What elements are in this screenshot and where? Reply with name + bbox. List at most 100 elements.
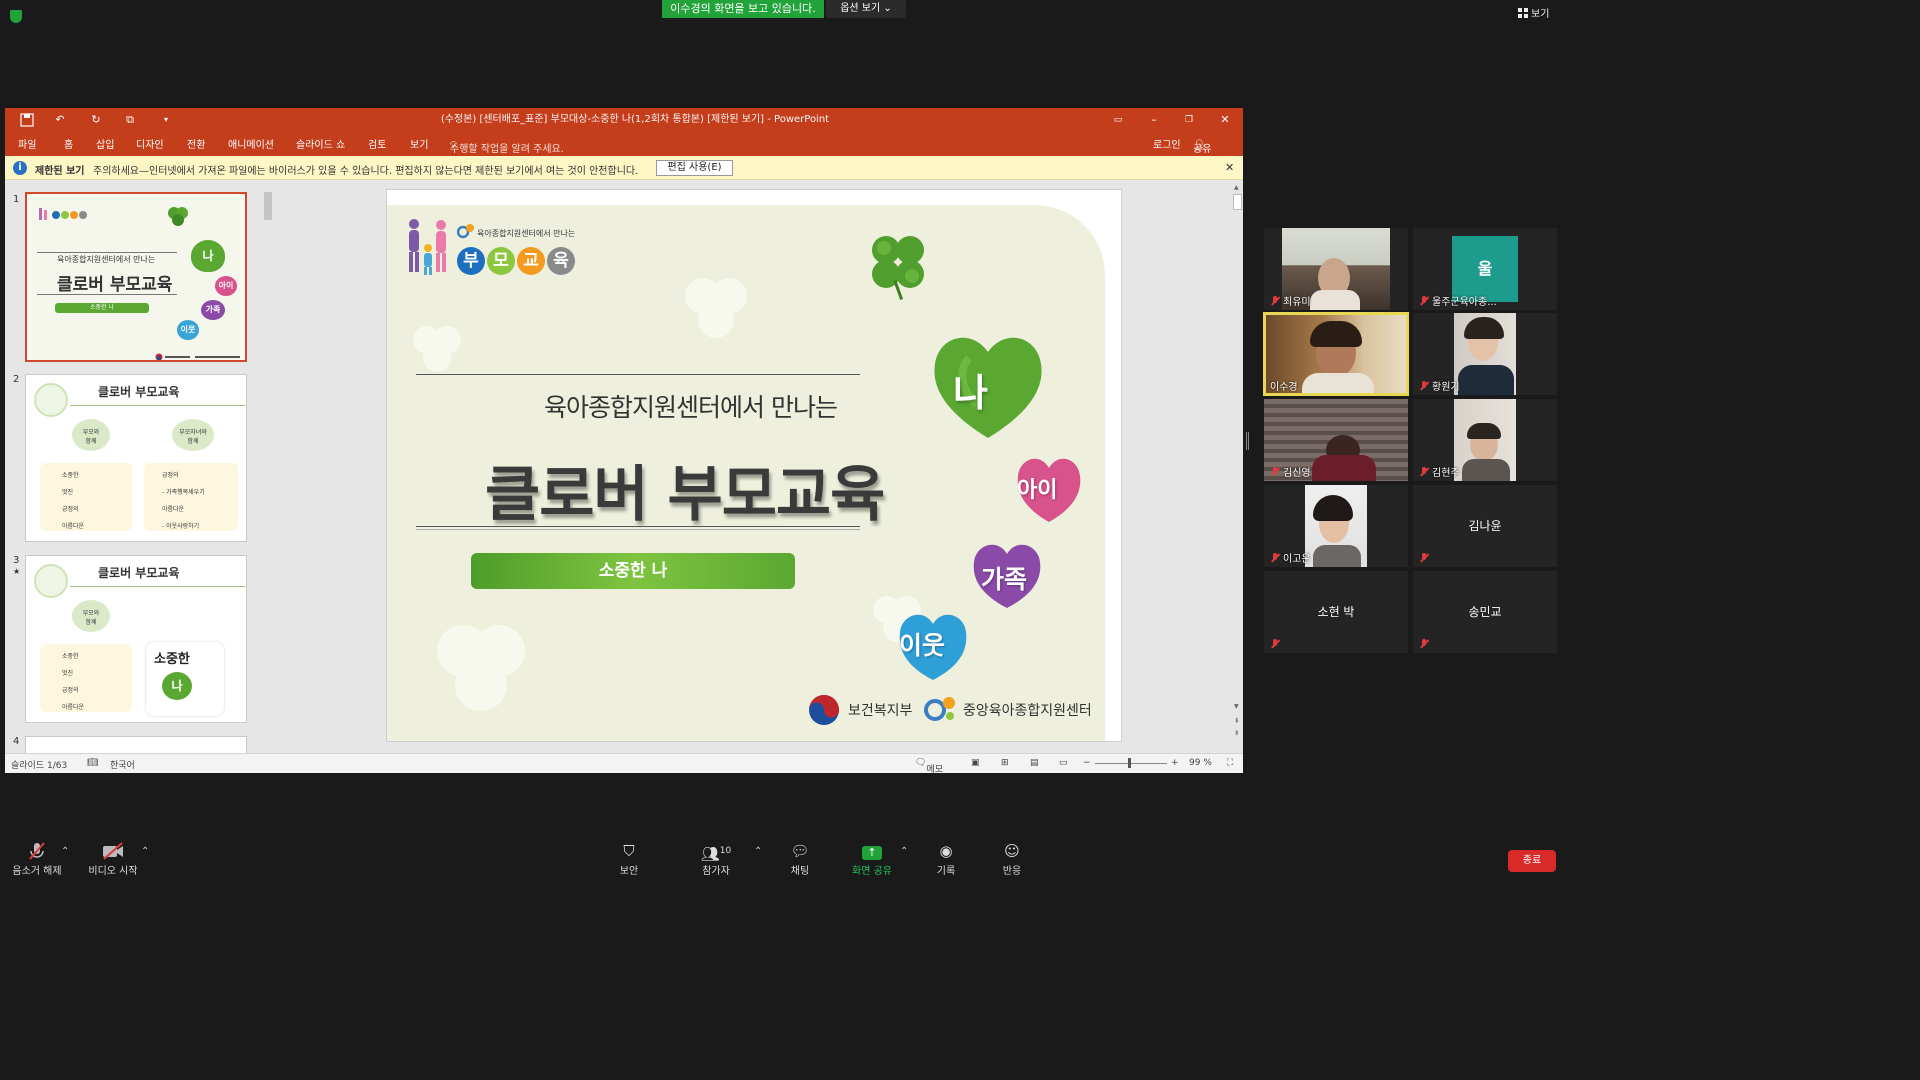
muted-mic-icon (1419, 639, 1429, 649)
participant-tile[interactable]: 황원기 (1413, 313, 1557, 395)
end-meeting-button[interactable]: 종료 (1508, 850, 1556, 872)
scroll-thumb[interactable] (264, 192, 272, 220)
participant-tile[interactable]: 송민교 (1413, 571, 1557, 653)
fit-slide-icon[interactable]: ⛶ (1227, 758, 1233, 768)
audio-options-caret-icon[interactable]: ⌃ (61, 846, 69, 857)
tab-slideshow[interactable]: 슬라이드 쇼 (296, 136, 345, 151)
participants-button[interactable]: 👥︎10 참가자 (696, 842, 736, 877)
zoom-slider-thumb[interactable] (1128, 758, 1131, 768)
thumbnail-scrollbar[interactable] (263, 180, 273, 753)
participant-name: 김신영 (1283, 468, 1311, 479)
thumb-bubble-left: 부모와 함께 (72, 419, 110, 451)
participant-tile[interactable]: 김신영 (1264, 399, 1408, 481)
muted-mic-icon (1270, 296, 1280, 306)
share-screen-button[interactable]: ↑ 화면 공유 (848, 842, 896, 877)
tab-review[interactable]: 검토 (368, 136, 386, 151)
close-window-icon[interactable]: ✕ (1218, 113, 1232, 127)
record-button[interactable]: ◉ 기록 (932, 842, 960, 877)
view-options-button[interactable]: 옵션 보기 ⌄ (826, 0, 906, 18)
spellcheck-icon[interactable]: 📖︎ (87, 758, 98, 768)
slide-sorter-icon[interactable]: ⊞ (1001, 758, 1009, 768)
participant-tile[interactable]: 울 울주군육아종... (1413, 228, 1557, 310)
customize-toolbar-icon[interactable]: ▾ (159, 113, 173, 127)
previous-slide-icon[interactable]: ⇞ (1234, 717, 1240, 725)
slide-thumbnail-4[interactable] (25, 736, 247, 753)
tab-transitions[interactable]: 전환 (187, 136, 205, 151)
slide-canvas[interactable]: 육아종합지원센터에서 만나는 부 모 교 육 육아종합지원센터에서 만나는 클로… (275, 180, 1243, 753)
tab-home[interactable]: 홈 (64, 136, 73, 151)
protected-view-message: 주의하세요—인터넷에서 가져온 파일에는 바이러스가 있을 수 있습니다. 편집… (93, 166, 639, 177)
tab-animations[interactable]: 애니메이션 (228, 136, 274, 151)
notes-button[interactable]: 🗨︎ 메모 (915, 758, 943, 775)
scroll-up-icon[interactable]: ▲ (1234, 184, 1241, 194)
thumb-rule (37, 252, 177, 253)
shoulders (1458, 365, 1514, 395)
thumb-number: 4 (13, 736, 20, 747)
faint-clover-icon (413, 326, 461, 372)
next-slide-icon[interactable]: ⇟ (1234, 729, 1240, 737)
ministry-logo-icon (809, 695, 839, 725)
zoom-out-icon[interactable]: − (1083, 758, 1091, 768)
participant-tile-active-speaker[interactable]: 이수경 (1263, 312, 1409, 396)
reading-view-icon[interactable]: ▤ (1030, 758, 1039, 768)
participant-count: 10 (719, 846, 732, 856)
tab-design[interactable]: 디자인 (136, 136, 164, 151)
encryption-shield-icon[interactable] (10, 10, 22, 23)
security-shield-icon: ⛉ (623, 842, 635, 860)
zoom-level[interactable]: 99 % (1189, 758, 1212, 768)
share-options-caret-icon[interactable]: ⌃ (900, 846, 908, 857)
login-link[interactable]: 로그인 (1153, 136, 1181, 151)
slide-thumbnail-2[interactable]: 클로버 부모교육 부모와 함께 부모자녀와 함께 소중한 멋진 긍정의 아름다운… (25, 374, 247, 542)
participant-tile[interactable]: 최유미 (1264, 228, 1408, 310)
save-icon[interactable] (20, 113, 34, 127)
slide-thumbnail-pane[interactable]: 1 육아종합지원센터에서 만나는 클로버 부모교육 소중한 나 나 아이 가족 … (5, 180, 275, 753)
muted-mic-icon (1419, 467, 1429, 477)
participant-name: 이고운 (1283, 554, 1311, 565)
participant-tile[interactable]: 이고운 (1264, 485, 1408, 567)
participant-tile[interactable]: 소현 박 (1264, 571, 1408, 653)
participant-tile[interactable]: 김현주 (1413, 399, 1557, 481)
unmute-button[interactable]: 음소거 해제 (8, 842, 66, 877)
start-video-label: 비디오 시작 (88, 866, 138, 877)
scroll-down-icon[interactable]: ▼ (1234, 703, 1239, 710)
undo-icon[interactable]: ↶ (53, 113, 67, 127)
zoom-in-icon[interactable]: + (1171, 758, 1179, 768)
slide-thumbnail-3[interactable]: 클로버 부모교육 부모와 함께 소중한 멋진 긍정의 아름다운 소중한 나 (25, 555, 247, 723)
start-slideshow-icon[interactable]: ⧉ (123, 113, 137, 127)
security-button[interactable]: ⛉ 보안 (612, 842, 646, 877)
ribbon-display-icon[interactable]: ▭ (1111, 113, 1125, 127)
start-video-button[interactable]: 비디오 시작 (84, 842, 142, 877)
slideshow-view-icon[interactable]: ▭ (1059, 758, 1068, 768)
title-top-rule (416, 374, 860, 375)
participant-name: 김현주 (1432, 468, 1460, 479)
slide-thumbnail-1[interactable]: 육아종합지원센터에서 만나는 클로버 부모교육 소중한 나 나 아이 가족 이웃 (25, 192, 247, 362)
participant-tile[interactable]: 김나윤 (1413, 485, 1557, 567)
slide-scrollbar[interactable]: ▲ ▼ ⇞ ⇟ (1232, 180, 1243, 753)
close-icon[interactable]: ✕ (1225, 161, 1234, 174)
participants-caret-icon[interactable]: ⌃ (754, 846, 762, 857)
chat-button[interactable]: 💬︎ 채팅 (786, 842, 814, 877)
tab-insert[interactable]: 삽입 (96, 136, 114, 151)
share-screen-label: 화면 공유 (852, 866, 892, 877)
language-indicator[interactable]: 한국어 (110, 758, 135, 771)
zoom-slider[interactable] (1095, 763, 1167, 764)
tab-view[interactable]: 보기 (410, 136, 428, 151)
restore-icon[interactable]: ❐ (1182, 113, 1196, 127)
panel-resize-handle[interactable] (1246, 432, 1249, 450)
scroll-thumb[interactable] (1233, 194, 1242, 210)
thumb-number: 2 (13, 374, 20, 385)
enable-editing-button[interactable]: 편집 사용(E) (656, 160, 733, 176)
list-item: 멋진 (62, 670, 74, 677)
video-options-caret-icon[interactable]: ⌃ (141, 846, 149, 857)
redo-icon[interactable]: ↻ (89, 113, 103, 127)
center-footer-logo-icon (924, 697, 955, 721)
logo-circle-bu: 부 (457, 247, 485, 275)
minimize-icon[interactable]: – (1147, 113, 1161, 127)
heart-label-me: 나 (953, 371, 988, 415)
normal-view-icon[interactable]: ▣ (971, 758, 980, 768)
slide-green-bar: 소중한 나 (471, 553, 795, 589)
slide-counter: 슬라이드 1/63 (11, 761, 68, 771)
tab-file[interactable]: 파일 (18, 136, 36, 151)
reactions-button[interactable]: ☺ 반응 (998, 842, 1026, 877)
view-mode-button[interactable]: 보기 (1518, 6, 1564, 24)
